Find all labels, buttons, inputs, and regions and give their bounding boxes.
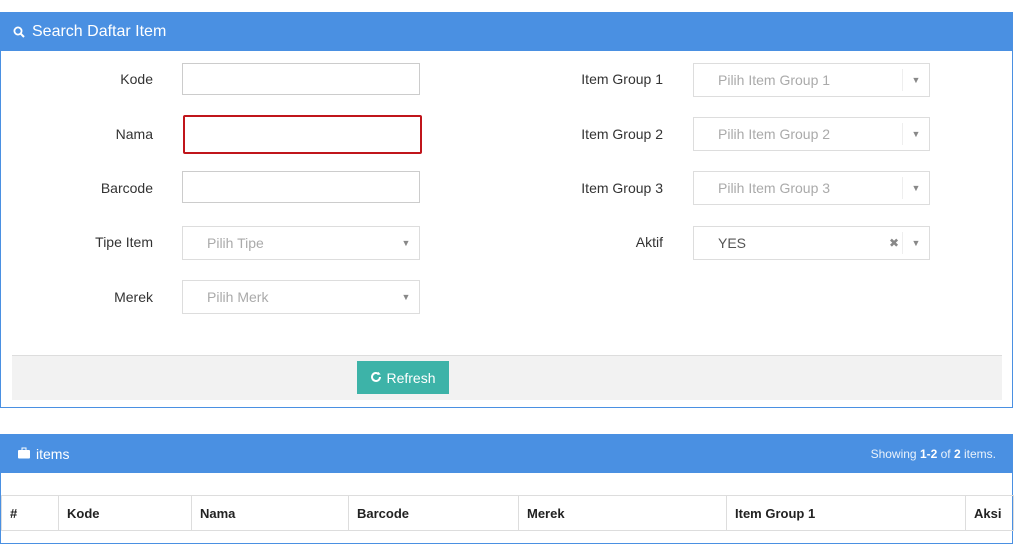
aktif-select[interactable]: YES ✖ ▼ bbox=[693, 226, 930, 260]
refresh-label: Refresh bbox=[386, 369, 436, 386]
col-barcode[interactable]: Barcode bbox=[348, 495, 519, 531]
items-summary: Showing 1-2 of 2 items. bbox=[871, 447, 996, 461]
tipe-item-select[interactable]: Pilih Tipe ▼ bbox=[182, 226, 420, 260]
refresh-icon bbox=[370, 370, 382, 386]
barcode-input[interactable] bbox=[182, 171, 420, 203]
col-aksi: Aksi bbox=[965, 495, 1014, 531]
chevron-down-icon[interactable]: ▼ bbox=[903, 172, 929, 204]
items-panel: items Showing 1-2 of 2 items. # Kode Nam… bbox=[0, 434, 1014, 544]
chevron-down-icon[interactable]: ▼ bbox=[393, 227, 419, 259]
chevron-down-icon[interactable]: ▼ bbox=[393, 281, 419, 313]
item-group1-label: Item Group 1 bbox=[581, 71, 663, 87]
aktif-value: YES bbox=[718, 235, 747, 251]
search-panel: Search Daftar Item Kode Nama Barcode Tip… bbox=[0, 12, 1013, 408]
refresh-button[interactable]: Refresh bbox=[357, 361, 449, 394]
items-panel-header: items Showing 1-2 of 2 items. bbox=[1, 435, 1012, 473]
chevron-down-icon[interactable]: ▼ bbox=[903, 118, 929, 150]
summary-prefix: Showing bbox=[870, 447, 920, 461]
kode-input[interactable] bbox=[182, 63, 420, 95]
merek-label: Merek bbox=[114, 289, 153, 305]
item-group3-placeholder: Pilih Item Group 3 bbox=[718, 180, 831, 196]
tipe-item-label: Tipe Item bbox=[95, 234, 153, 250]
chevron-down-icon[interactable]: ▼ bbox=[903, 64, 929, 96]
summary-total: 2 bbox=[953, 447, 961, 461]
chevron-down-icon[interactable]: ▼ bbox=[903, 227, 929, 259]
nama-input[interactable] bbox=[183, 115, 422, 154]
item-group1-select[interactable]: Pilih Item Group 1 ▼ bbox=[693, 63, 930, 97]
summary-of: of bbox=[937, 447, 954, 461]
items-table: # Kode Nama Barcode Merek Item Group 1 A… bbox=[1, 495, 1014, 531]
kode-label: Kode bbox=[120, 71, 153, 87]
summary-suffix: items. bbox=[960, 447, 996, 461]
search-panel-header: Search Daftar Item bbox=[1, 13, 1012, 51]
search-panel-title: Search Daftar Item bbox=[32, 23, 167, 40]
clear-icon[interactable]: ✖ bbox=[889, 227, 899, 259]
barcode-label: Barcode bbox=[100, 180, 153, 196]
item-group2-placeholder: Pilih Item Group 2 bbox=[718, 126, 831, 142]
table-header-row: # Kode Nama Barcode Merek Item Group 1 A… bbox=[1, 495, 1014, 531]
item-group1-placeholder: Pilih Item Group 1 bbox=[718, 72, 831, 88]
item-group3-label: Item Group 3 bbox=[581, 180, 663, 196]
merek-select[interactable]: Pilih Merk ▼ bbox=[182, 280, 420, 314]
col-kode[interactable]: Kode bbox=[58, 495, 192, 531]
nama-label: Nama bbox=[115, 126, 153, 142]
briefcase-icon bbox=[17, 446, 31, 462]
items-panel-title: items bbox=[36, 446, 70, 462]
tipe-item-placeholder: Pilih Tipe bbox=[207, 235, 264, 251]
col-item-group1[interactable]: Item Group 1 bbox=[726, 495, 966, 531]
col-nama[interactable]: Nama bbox=[191, 495, 349, 531]
summary-range: 1-2 bbox=[919, 447, 938, 461]
col-merek[interactable]: Merek bbox=[518, 495, 727, 531]
item-group2-select[interactable]: Pilih Item Group 2 ▼ bbox=[693, 117, 930, 151]
col-index[interactable]: # bbox=[1, 495, 59, 531]
merek-placeholder: Pilih Merk bbox=[207, 289, 269, 305]
search-icon bbox=[13, 25, 27, 39]
aktif-label: Aktif bbox=[635, 234, 663, 250]
item-group2-label: Item Group 2 bbox=[581, 126, 663, 142]
item-group3-select[interactable]: Pilih Item Group 3 ▼ bbox=[693, 171, 930, 205]
search-footer: Refresh bbox=[12, 355, 1002, 400]
